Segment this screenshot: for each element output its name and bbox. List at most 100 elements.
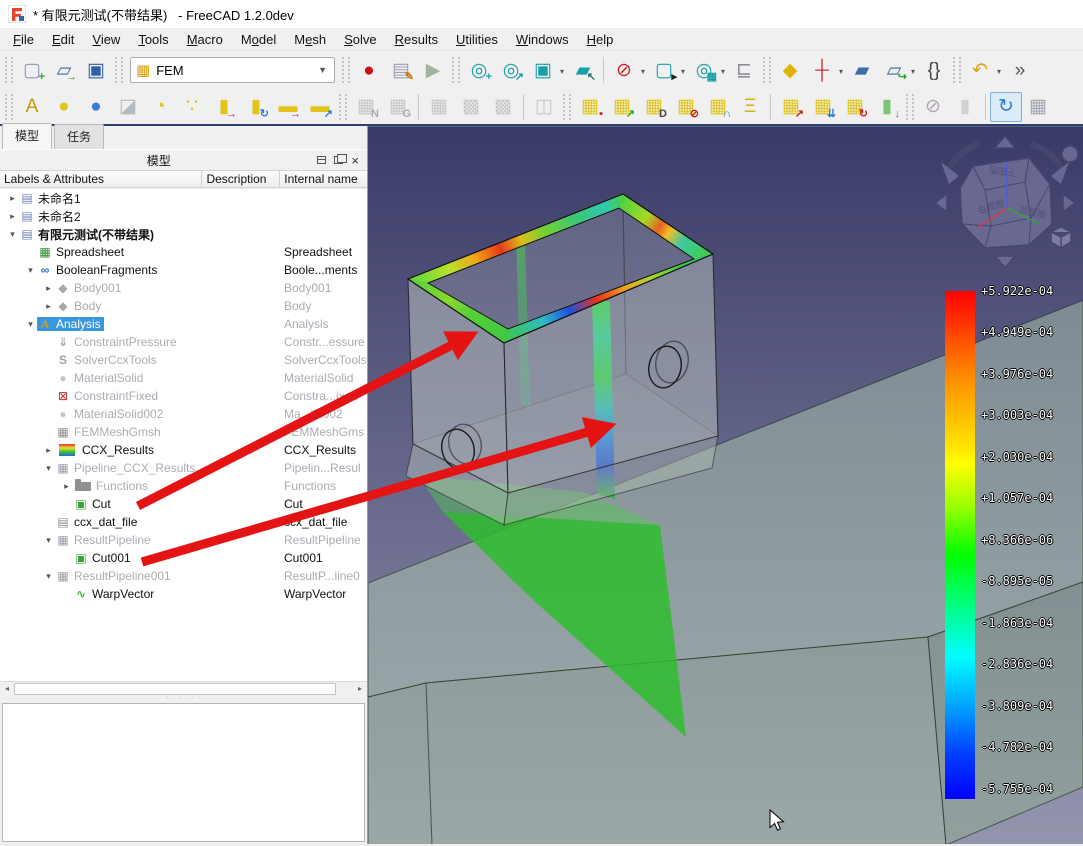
expander-icon[interactable]: ▸ xyxy=(42,283,55,294)
3d-viewport[interactable]: 右视图 后视图 下视图 +5.922e-04+4.949e-04+3.976e-… xyxy=(368,126,1083,844)
menu-solve[interactable]: Solve xyxy=(335,29,386,50)
material-solid-button[interactable]: ● xyxy=(48,92,80,122)
tree-item-body001[interactable]: ▸Body001Body001 xyxy=(0,279,367,297)
expander-icon[interactable]: ▾ xyxy=(24,319,37,330)
menu-model[interactable]: Model xyxy=(232,29,285,50)
constraint-force-button[interactable]: ▦↗ xyxy=(775,92,807,122)
draw-style-button[interactable]: ◎▦▾ xyxy=(688,55,720,85)
element-geometry-section-button[interactable]: ◔ xyxy=(144,92,176,122)
dock-minimize-icon[interactable] xyxy=(317,156,326,164)
toolbar-drag-handle[interactable] xyxy=(563,94,571,120)
workbench-selector[interactable]: ▦FEM▼ xyxy=(130,57,335,83)
constraint-centrifugal-button[interactable]: ▦↻ xyxy=(839,92,871,122)
save-document-button[interactable]: ▣ xyxy=(80,55,112,85)
tree-item-functions[interactable]: ▸FunctionsFunctions xyxy=(0,477,367,495)
tree-item-resultpipeline001[interactable]: ▾ResultPipeline001ResultP...line0 xyxy=(0,567,367,585)
truss-element-button[interactable]: ▬↗ xyxy=(304,92,336,122)
expander-icon[interactable]: ▸ xyxy=(42,445,55,456)
toolbar-overflow-button[interactable]: » xyxy=(1004,55,1036,85)
tree-item-cut[interactable]: CutCut xyxy=(0,495,367,513)
constraint-fixed-button[interactable]: ▦▪ xyxy=(574,92,606,122)
menu-help[interactable]: Help xyxy=(578,29,623,50)
toolbar-drag-handle[interactable] xyxy=(5,57,13,83)
menu-tools[interactable]: Tools xyxy=(129,29,177,50)
column-labels-attributes[interactable]: Labels & Attributes xyxy=(0,171,202,187)
dock-float-icon[interactable] xyxy=(334,156,343,164)
chevron-down-icon[interactable]: ▾ xyxy=(641,67,645,76)
tree-item-resultpipeline[interactable]: ▾ResultPipelineResultPipeline xyxy=(0,531,367,549)
chevron-down-icon[interactable]: ▾ xyxy=(560,67,564,76)
constraint-plane-rotation-button[interactable]: ▦D xyxy=(638,92,670,122)
tree-item-warpvector[interactable]: WarpVectorWarpVector xyxy=(0,585,367,603)
constraint-contact-button[interactable]: ▦⊘ xyxy=(670,92,702,122)
chevron-down-icon[interactable]: ▾ xyxy=(839,67,843,76)
constraint-tie-button[interactable]: ▦∩ xyxy=(702,92,734,122)
tree-item-solverccxtools[interactable]: SolverCcxToolsSolverCcxTools xyxy=(0,351,367,369)
expander-icon[interactable]: ▾ xyxy=(42,535,55,546)
tab-tasks[interactable]: 任务 xyxy=(54,124,104,149)
scroll-right-icon[interactable]: ▸ xyxy=(353,682,367,696)
menu-mesh[interactable]: Mesh xyxy=(285,29,335,50)
tree-item-未命名1[interactable]: ▸未命名1 xyxy=(0,189,367,207)
menu-view[interactable]: View xyxy=(83,29,129,50)
fem-analysis-button[interactable]: A xyxy=(16,92,48,122)
toolbar-drag-handle[interactable] xyxy=(953,57,961,83)
undo-button[interactable]: ↶▾ xyxy=(964,55,996,85)
tree-item-constraintpressure[interactable]: ConstraintPressureConstr...essure xyxy=(0,333,367,351)
menu-windows[interactable]: Windows xyxy=(507,29,578,50)
column-description[interactable]: Description xyxy=(202,171,280,187)
open-document-button[interactable]: ▱→ xyxy=(48,55,80,85)
zoom-fit-all-button[interactable]: ◎+ xyxy=(463,55,495,85)
view-align-button[interactable]: ▰↖ xyxy=(567,55,599,85)
tree-item-spreadsheet[interactable]: SpreadsheetSpreadsheet xyxy=(0,243,367,261)
tree-item-cut001[interactable]: Cut001Cut001 xyxy=(0,549,367,567)
toolbar-drag-handle[interactable] xyxy=(906,94,914,120)
chevron-down-icon[interactable]: ▼ xyxy=(318,65,334,75)
menu-macro[interactable]: Macro xyxy=(178,29,232,50)
placement-axes-button[interactable]: ┼▾ xyxy=(806,55,838,85)
chevron-down-icon[interactable]: ▾ xyxy=(911,67,915,76)
menu-file[interactable]: File xyxy=(4,29,43,50)
tree-item-ccx-results[interactable]: ▸CCX_ResultsCCX_Results xyxy=(0,441,367,459)
tree-item-materialsolid002[interactable]: MaterialSolid002Ma...lid002 xyxy=(0,405,367,423)
material-editor-button[interactable]: ◪ xyxy=(112,92,144,122)
menu-edit[interactable]: Edit xyxy=(43,29,83,50)
dock-close-icon[interactable]: × xyxy=(351,154,359,167)
expander-icon[interactable]: ▾ xyxy=(42,463,55,474)
tree-item-analysis[interactable]: ▾AnalysisAnalysis xyxy=(0,315,367,333)
tree-item-pipeline-ccx-results[interactable]: ▾Pipeline_CCX_ResultsPipelin...Resul xyxy=(0,459,367,477)
measure-button[interactable]: ⊑ xyxy=(728,55,760,85)
expander-icon[interactable]: ▸ xyxy=(6,211,19,222)
constraint-initial-flow-button[interactable]: ▮↓ xyxy=(871,92,903,122)
element-fluid-section-button[interactable]: ∵ xyxy=(176,92,208,122)
chevron-down-icon[interactable]: ▾ xyxy=(997,67,1001,76)
tree-item-femmeshgmsh[interactable]: FEMMeshGmshFEMMeshGms xyxy=(0,423,367,441)
shell-thickness-button[interactable]: ▬→ xyxy=(272,92,304,122)
toolbar-drag-handle[interactable] xyxy=(452,57,460,83)
beam-rotation-button[interactable]: ▮↻ xyxy=(240,92,272,122)
group-folder-button[interactable]: ▰ xyxy=(846,55,878,85)
tree-item-constraintfixed[interactable]: ConstraintFixedConstra...ixed xyxy=(0,387,367,405)
tree-item-body[interactable]: ▸BodyBody xyxy=(0,297,367,315)
tree-item-materialsolid[interactable]: MaterialSolidMaterialSolid xyxy=(0,369,367,387)
toolbar-drag-handle[interactable] xyxy=(763,57,771,83)
expander-icon[interactable]: ▾ xyxy=(42,571,55,582)
part-shape-button[interactable]: ◆ xyxy=(774,55,806,85)
toolbar-drag-handle[interactable] xyxy=(5,94,13,120)
macro-execute-button[interactable]: ▶ xyxy=(417,55,449,85)
tab-model[interactable]: 模型 xyxy=(2,123,52,149)
material-fluid-button[interactable]: ● xyxy=(80,92,112,122)
tree-item-未命名2[interactable]: ▸未命名2 xyxy=(0,207,367,225)
expander-icon[interactable]: ▸ xyxy=(60,481,73,492)
beam-cross-section-button[interactable]: ▮→ xyxy=(208,92,240,122)
tree-item-booleanfragments[interactable]: ▾BooleanFragmentsBoole...ments xyxy=(0,261,367,279)
macro-edit-button[interactable]: ▤✎ xyxy=(385,55,417,85)
link-make-button[interactable]: ▱↪▾ xyxy=(878,55,910,85)
tree-item-有限元测试-不带结果-[interactable]: ▾有限元测试(不带结果) xyxy=(0,225,367,243)
toolbar-drag-handle[interactable] xyxy=(342,57,350,83)
scrollbar-thumb[interactable] xyxy=(14,683,336,695)
constraint-spring-button[interactable]: Ξ xyxy=(734,92,766,122)
expression-editor-button[interactable]: {} xyxy=(918,55,950,85)
constraint-self-weight-button[interactable]: ▦⇊ xyxy=(807,92,839,122)
menu-utilities[interactable]: Utilities xyxy=(447,29,507,50)
